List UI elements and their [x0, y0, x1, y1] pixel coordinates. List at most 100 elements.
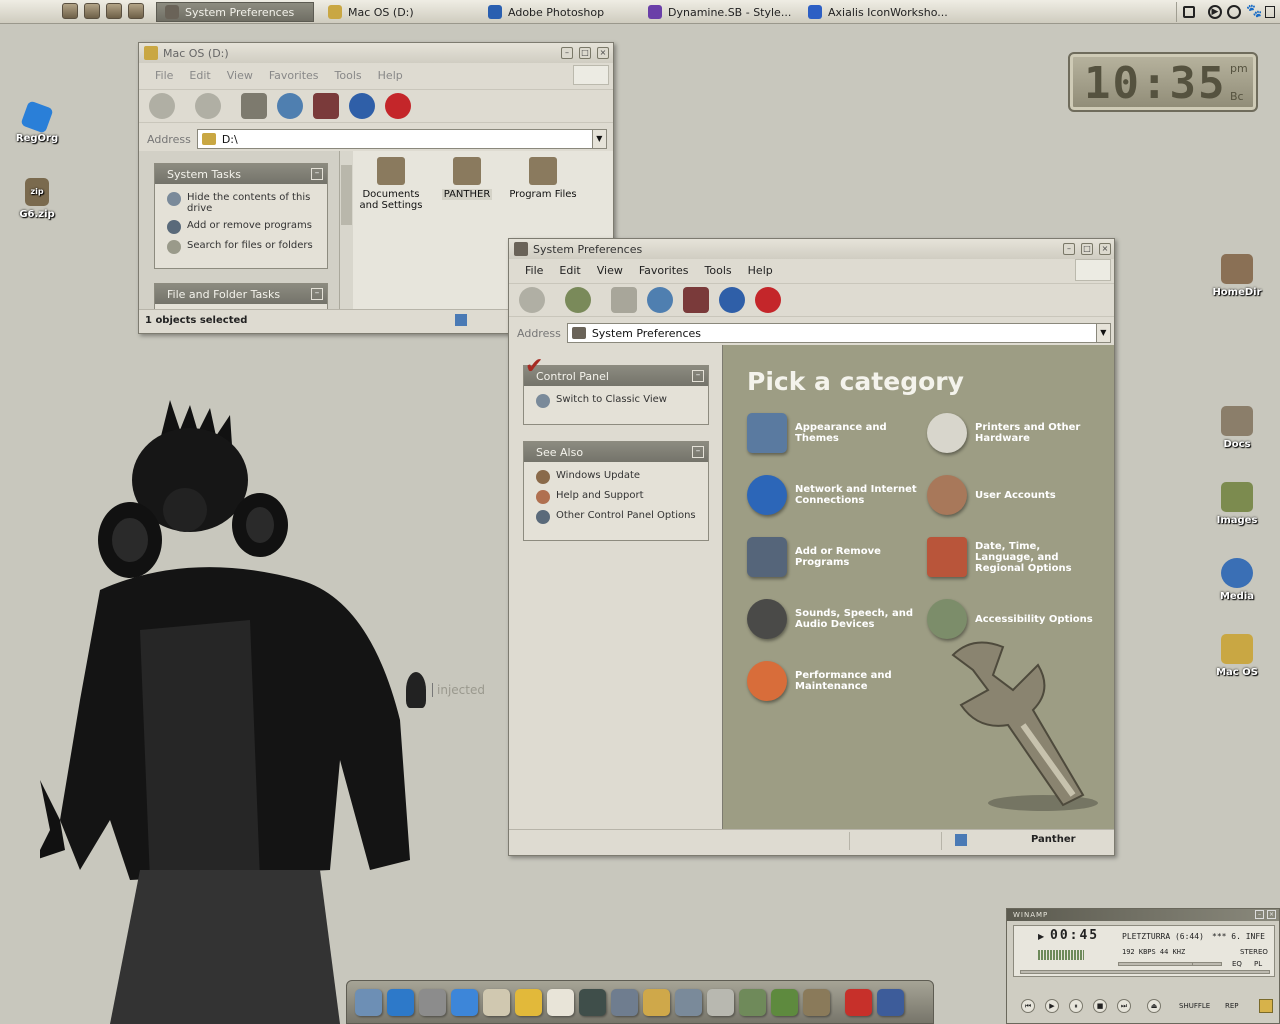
shield-icon[interactable] — [877, 988, 904, 1016]
desktop-icon-homedir[interactable]: HomeDir — [1205, 254, 1269, 298]
tools-icon[interactable] — [675, 988, 702, 1016]
installer-icon[interactable] — [739, 988, 766, 1016]
paw-icon[interactable]: 🐾 — [1246, 5, 1262, 19]
stop-icon[interactable] — [755, 287, 781, 313]
minimize-button[interactable]: – — [1063, 243, 1075, 255]
menu-tools[interactable]: Tools — [327, 69, 370, 82]
taskbar-button-axialis[interactable]: Axialis IconWorksho... — [800, 2, 960, 22]
forward-icon[interactable] — [195, 93, 221, 119]
category-sounds-speech-audio[interactable]: Sounds, Speech, and Audio Devices — [747, 599, 922, 639]
menu-edit[interactable]: Edit — [551, 264, 588, 277]
task-add-remove[interactable]: Add or remove programs — [155, 217, 327, 237]
taskbar-button-dynamine[interactable]: Dynamine.SB - Style... — [640, 2, 800, 22]
previous-icon[interactable]: ⏮ — [1021, 999, 1035, 1013]
stickies-icon[interactable] — [515, 988, 542, 1016]
balance-slider[interactable] — [1192, 962, 1222, 966]
address-dropdown-icon[interactable]: ▼ — [591, 130, 606, 148]
menu-view[interactable]: View — [589, 264, 631, 277]
folder-documents-and-settings[interactable]: Documents and Settings — [359, 157, 423, 211]
winamp-title-bar[interactable]: WINAMP — [1007, 909, 1279, 921]
internet-explorer-icon[interactable] — [387, 988, 414, 1016]
folder-panther[interactable]: PANTHER — [435, 157, 499, 200]
desktop-icon-media[interactable]: Media — [1205, 558, 1269, 602]
seek-bar[interactable] — [1020, 970, 1270, 974]
address-input[interactable]: D:\ ▼ — [196, 129, 607, 149]
volume-slider[interactable] — [1118, 962, 1198, 966]
back-icon[interactable] — [149, 93, 175, 119]
quicklaunch-folder-icon[interactable] — [84, 3, 100, 19]
collapse-icon[interactable]: – — [692, 446, 704, 458]
undo-icon[interactable] — [719, 287, 745, 313]
play-icon[interactable]: ▶ — [1045, 999, 1059, 1013]
menu-file[interactable]: File — [147, 69, 181, 82]
category-add-remove-programs[interactable]: Add or Remove Programs — [747, 537, 922, 577]
preview-icon[interactable] — [611, 988, 638, 1016]
menu-file[interactable]: File — [517, 264, 551, 277]
desktop-icon-mac-os[interactable]: Mac OS — [1205, 634, 1269, 678]
desktop-icon-g6zip[interactable]: zip G6.zip — [5, 178, 69, 220]
network-icon[interactable] — [1265, 6, 1275, 18]
up-folder-icon[interactable] — [647, 287, 673, 313]
taskbar-button-system-preferences[interactable]: System Preferences — [156, 2, 314, 22]
disk-utility-icon[interactable] — [707, 988, 734, 1016]
folders-icon[interactable] — [241, 93, 267, 119]
views-icon[interactable] — [313, 93, 339, 119]
menu-help[interactable]: Help — [370, 69, 411, 82]
category-appearance-themes[interactable]: Appearance and Themes — [747, 413, 922, 453]
collapse-icon[interactable]: – — [311, 288, 323, 300]
category-date-time-language[interactable]: Date, Time, Language, and Regional Optio… — [927, 537, 1102, 577]
finder-icon[interactable] — [355, 988, 382, 1016]
chat-icon[interactable] — [451, 988, 478, 1016]
textedit-icon[interactable] — [547, 988, 574, 1016]
task-switch-classic-view[interactable]: Switch to Classic View — [524, 386, 708, 411]
eq-toggle[interactable]: EQ — [1232, 960, 1242, 968]
taskbar-button-photoshop[interactable]: Adobe Photoshop — [480, 2, 632, 22]
maximize-button[interactable]: □ — [579, 47, 591, 59]
title-bar[interactable]: System Preferences — [509, 239, 1114, 259]
up-folder-icon[interactable] — [277, 93, 303, 119]
desktop-icon-regorg[interactable]: RegOrg — [5, 100, 69, 144]
category-accessibility[interactable]: Accessibility Options — [927, 599, 1102, 639]
link-other-options[interactable]: Other Control Panel Options — [524, 507, 708, 527]
close-button[interactable]: × — [1267, 910, 1276, 919]
folders-icon[interactable] — [611, 287, 637, 313]
desktop-icon-images[interactable]: Images — [1205, 482, 1269, 526]
mail-icon[interactable] — [419, 988, 446, 1016]
play-icon[interactable]: ▶ — [1208, 5, 1222, 19]
see-also-header[interactable]: See Also – — [524, 442, 708, 462]
pencil-icon[interactable] — [643, 988, 670, 1016]
folder-program-files[interactable]: Program Files — [503, 157, 583, 200]
menu-tools[interactable]: Tools — [697, 264, 740, 277]
notes-icon[interactable] — [483, 988, 510, 1016]
repeat-toggle[interactable]: REP — [1225, 1002, 1239, 1010]
close-button[interactable]: × — [1099, 243, 1111, 255]
desktop-icon-docs[interactable]: Docs — [1205, 406, 1269, 450]
menu-favorites[interactable]: Favorites — [631, 264, 697, 277]
scrollbar-thumb[interactable] — [341, 165, 352, 225]
forward-icon[interactable] — [565, 287, 591, 313]
menu-edit[interactable]: Edit — [181, 69, 218, 82]
collapse-icon[interactable]: – — [311, 168, 323, 180]
address-input[interactable]: System Preferences ▼ — [566, 323, 1111, 343]
shuffle-toggle[interactable]: SHUFFLE — [1179, 1002, 1210, 1010]
collapse-icon[interactable]: – — [692, 370, 704, 382]
task-search[interactable]: Search for files or folders — [155, 237, 327, 257]
title-bar[interactable]: Mac OS (D:) — [139, 43, 613, 63]
minimize-tray-icon[interactable] — [1183, 6, 1195, 18]
quicktime-icon[interactable] — [579, 988, 606, 1016]
taskbar-button-mac-os[interactable]: Mac OS (D:) — [320, 2, 470, 22]
minimize-button[interactable]: – — [561, 47, 573, 59]
system-tasks-header[interactable]: System Tasks – — [155, 164, 327, 184]
clock-icon[interactable] — [1227, 5, 1241, 19]
back-icon[interactable] — [519, 287, 545, 313]
task-hide-contents[interactable]: Hide the contents of this drive — [155, 184, 327, 217]
winamp-logo-icon[interactable] — [1259, 999, 1273, 1013]
category-network-internet[interactable]: Network and Internet Connections — [747, 475, 922, 515]
undo-icon[interactable] — [349, 93, 375, 119]
stop-icon[interactable] — [845, 988, 872, 1016]
menu-favorites[interactable]: Favorites — [261, 69, 327, 82]
file-folder-tasks-header[interactable]: File and Folder Tasks – — [155, 284, 327, 304]
link-windows-update[interactable]: Windows Update — [524, 462, 708, 487]
link-help-support[interactable]: Help and Support — [524, 487, 708, 507]
quicklaunch-folder-icon[interactable] — [106, 3, 122, 19]
